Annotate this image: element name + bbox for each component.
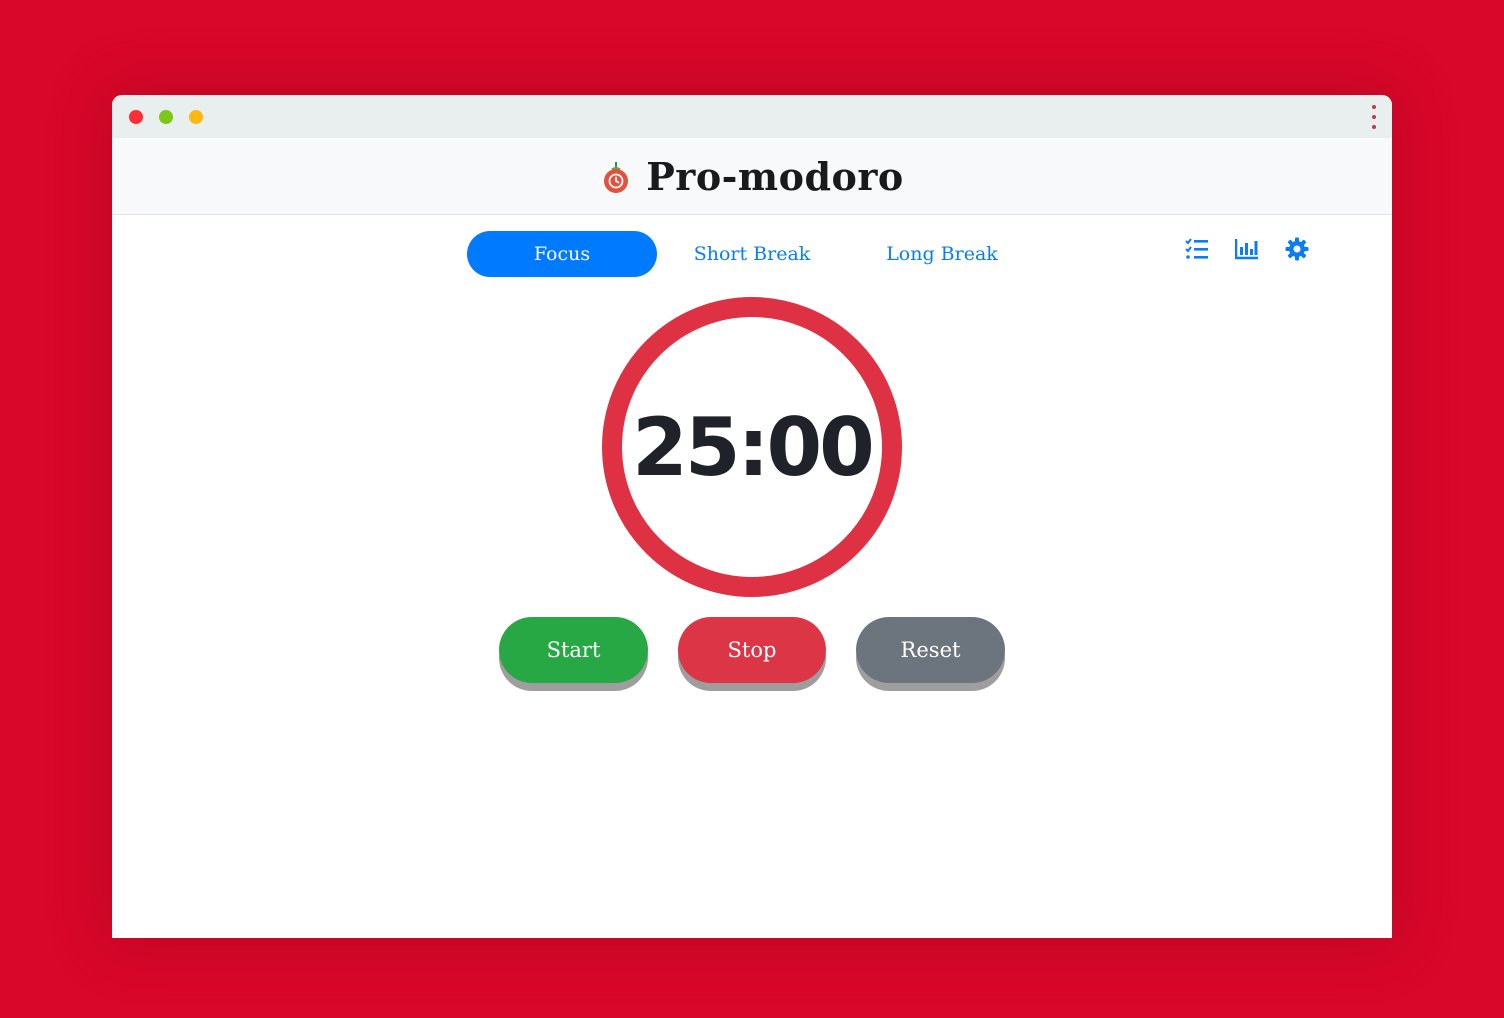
tomato-timer-icon	[604, 162, 629, 193]
tasks-icon[interactable]	[1184, 236, 1210, 262]
reset-button[interactable]: Reset	[856, 617, 1005, 683]
timer-display: 25:00	[632, 400, 875, 494]
window-titlebar	[112, 95, 1392, 138]
timer-ring: 25:00	[602, 297, 902, 597]
app-title: Pro-modoro	[646, 153, 904, 199]
app-header: Pro-modoro	[112, 138, 1392, 215]
tab-long-break[interactable]: Long Break	[847, 231, 1037, 277]
window-menu-icon[interactable]	[1370, 105, 1378, 129]
window-close-button[interactable]	[129, 110, 143, 124]
app-window: Pro-modoro Focus Short Break Long Break	[112, 95, 1392, 938]
window-maximize-button[interactable]	[159, 110, 173, 124]
window-minimize-button[interactable]	[189, 110, 203, 124]
timer-controls: Start Stop Reset	[499, 617, 1005, 683]
toolbar	[1184, 236, 1310, 262]
tab-focus[interactable]: Focus	[467, 231, 657, 277]
start-button[interactable]: Start	[499, 617, 648, 683]
gear-icon[interactable]	[1284, 236, 1310, 262]
mode-tabs: Focus Short Break Long Break	[467, 231, 1037, 277]
stop-button[interactable]: Stop	[678, 617, 826, 683]
tab-short-break[interactable]: Short Break	[657, 231, 847, 277]
stats-chart-icon[interactable]	[1234, 236, 1260, 262]
